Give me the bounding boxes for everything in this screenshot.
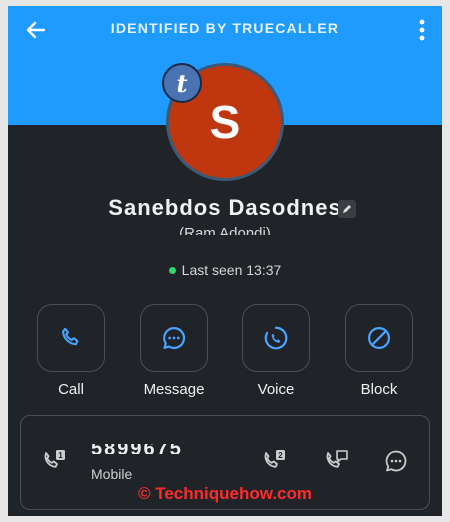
phone-number[interactable]: 5899675 8103 [91, 444, 231, 454]
voice-call-icon [264, 326, 288, 350]
block-button-box[interactable] [345, 304, 413, 372]
block-label: Block [360, 381, 398, 398]
action-buttons: Call Message Voice Block [36, 304, 422, 399]
back-button[interactable] [22, 16, 50, 44]
sim1-call-icon[interactable]: 1 [41, 448, 67, 474]
call-button-box[interactable] [37, 304, 105, 372]
block-button[interactable]: Block [344, 304, 414, 398]
phone-icon [62, 327, 79, 346]
call-button[interactable]: Call [36, 304, 106, 398]
alternate-name-text: (Ram Adondi) [179, 225, 271, 235]
voice-label: Voice [257, 381, 295, 398]
truecaller-badge-icon: t [162, 63, 202, 103]
pencil-icon [343, 205, 351, 213]
message-label: Message [143, 381, 205, 398]
badge-letter: t [176, 68, 188, 98]
alternate-name: (Ram Adondi) [8, 225, 442, 235]
sms-icon[interactable] [383, 448, 409, 474]
message-button[interactable]: Message [139, 304, 209, 398]
contact-name: Sanebdos Dasodnes [108, 195, 342, 220]
chat-bubble-icon [163, 326, 186, 350]
phone-number-text: 5899675 8103 [91, 444, 231, 454]
sim1-badge: 1 [58, 451, 63, 460]
call-label: Call [58, 381, 84, 398]
edit-name-button[interactable] [338, 200, 356, 218]
voice-button[interactable]: Voice [241, 304, 311, 398]
header-title: IDENTIFIED BY TRUECALLER [110, 20, 340, 36]
sim2-badge: 2 [278, 451, 283, 460]
watermark: © Techniquehow.com [137, 484, 313, 503]
sim2-call-icon[interactable]: 2 [261, 448, 287, 474]
number-type: Mobile [91, 466, 133, 482]
last-seen-text: Last seen 13:37 [181, 262, 282, 278]
flash-message-icon[interactable] [323, 448, 349, 474]
app-frame: IDENTIFIED BY TRUECALLER S t Sanebdos Da… [8, 6, 442, 516]
last-seen-status: Last seen 13:37 [8, 262, 442, 278]
block-icon [367, 326, 391, 350]
avatar-letter: S [209, 96, 241, 148]
voice-button-box[interactable] [242, 304, 310, 372]
online-dot-icon [168, 267, 176, 274]
message-button-box[interactable] [140, 304, 208, 372]
overflow-menu-button[interactable] [410, 14, 434, 46]
arrow-left-icon [26, 21, 46, 39]
more-vertical-icon [419, 19, 425, 41]
